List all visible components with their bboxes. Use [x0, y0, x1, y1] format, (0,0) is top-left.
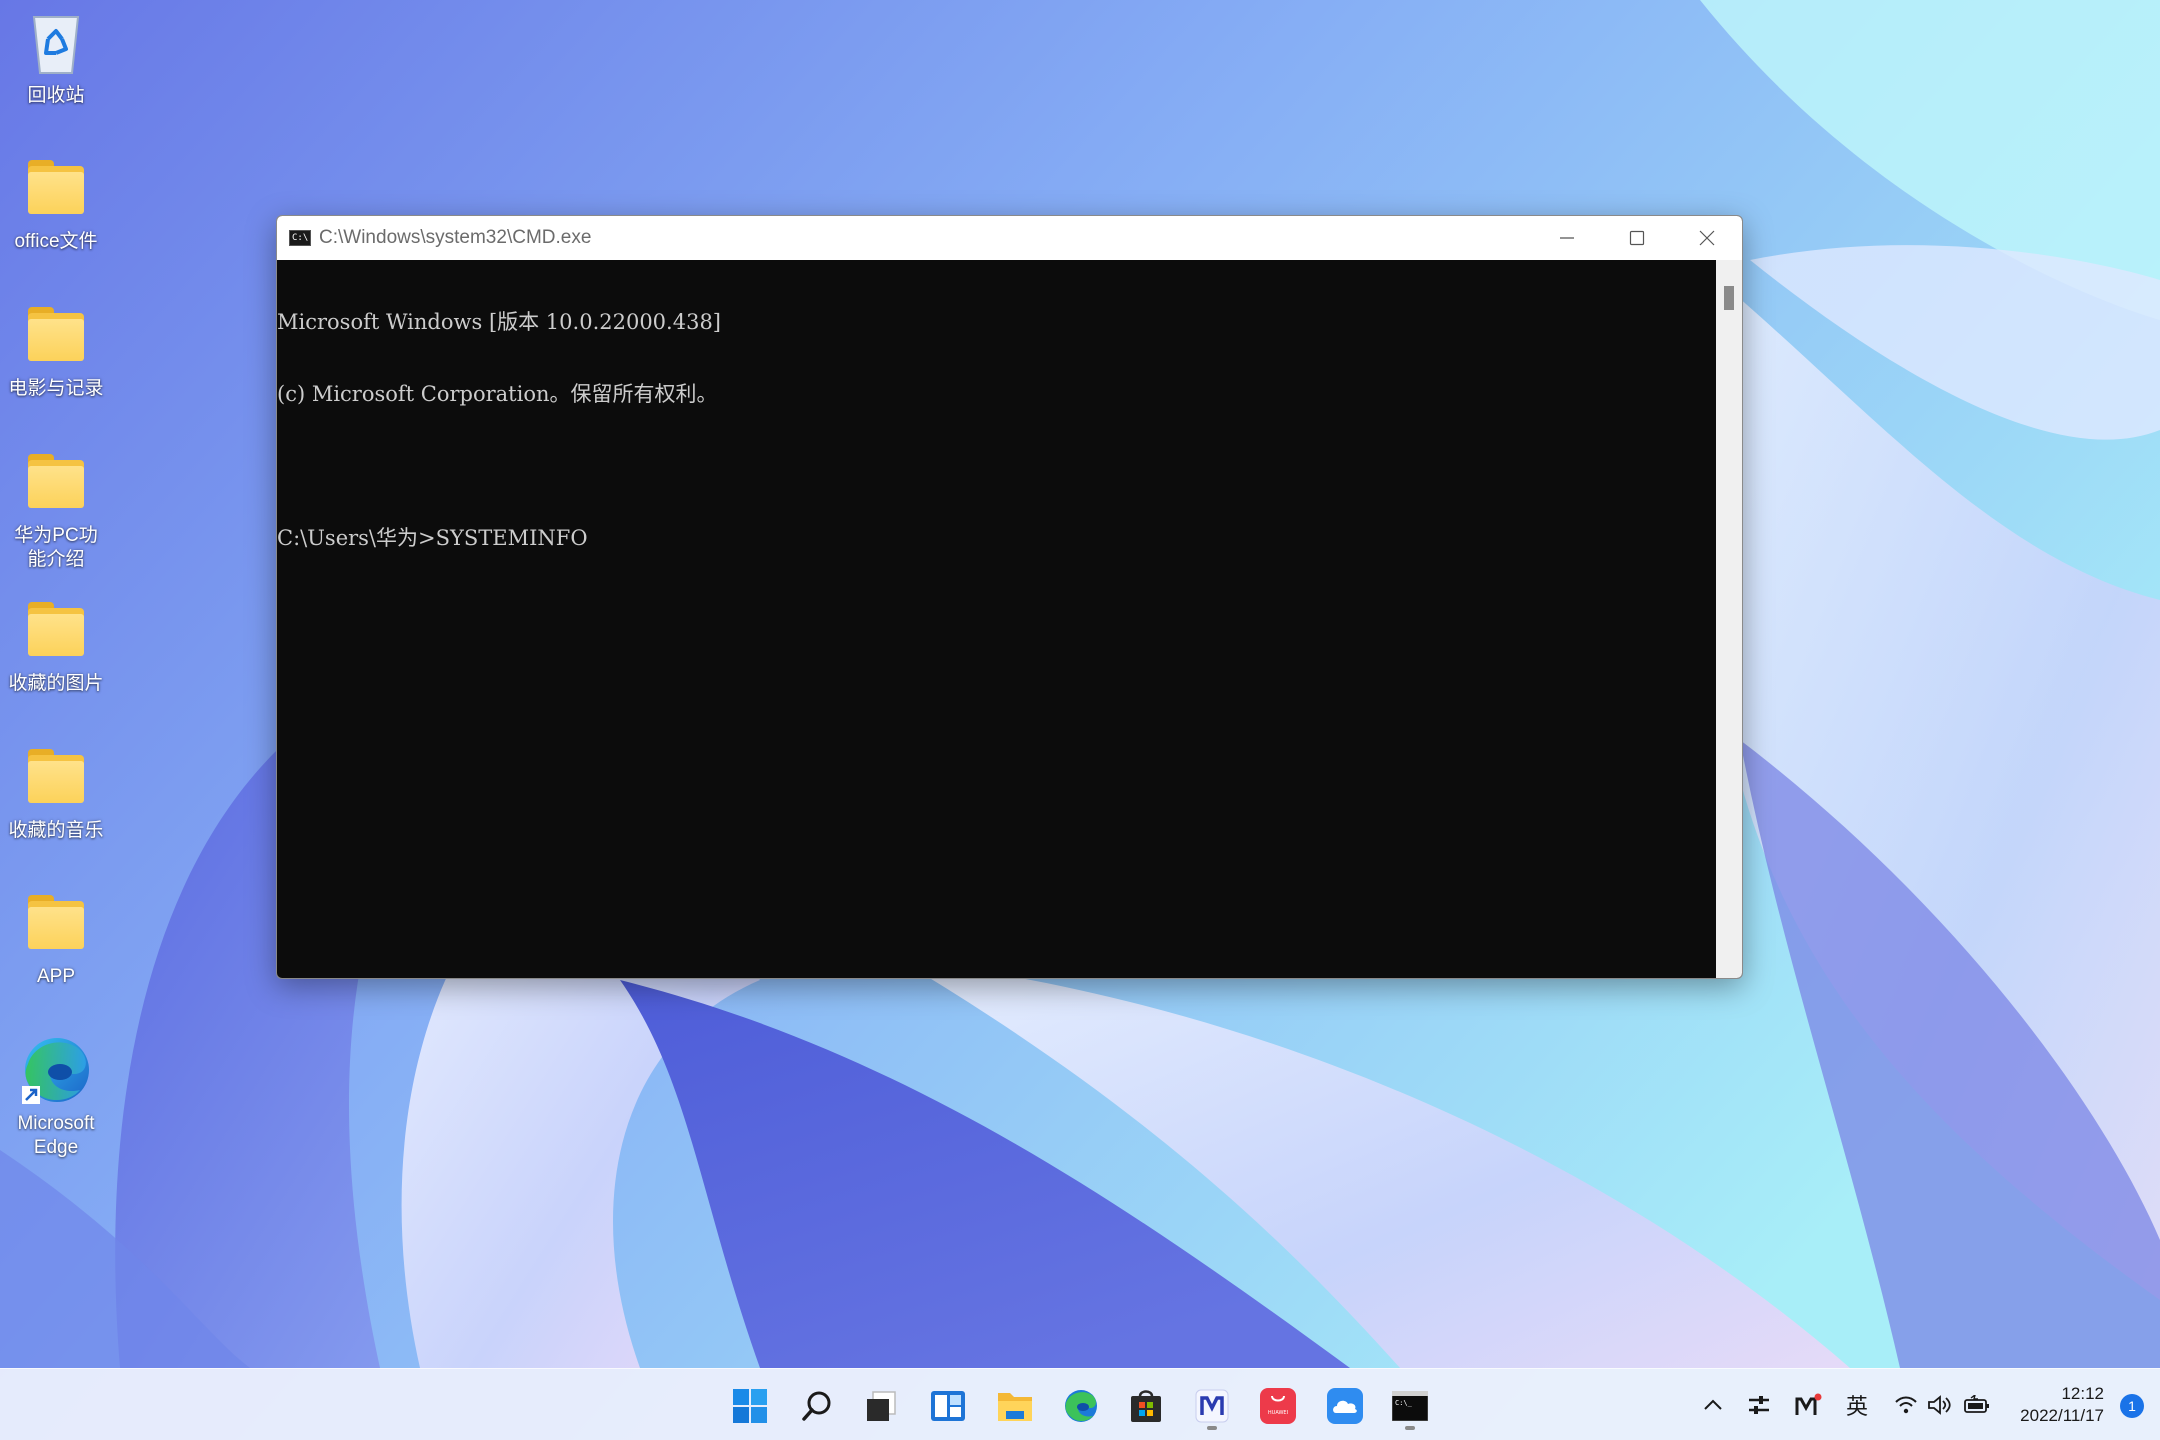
- microsoft-store-icon: [1131, 1390, 1161, 1422]
- desktop-icon-label: 回收站: [27, 85, 85, 106]
- desktop-folder-pictures[interactable]: 收藏的图片: [0, 594, 112, 696]
- folder-icon: [20, 299, 92, 371]
- edge-icon: [1065, 1390, 1097, 1422]
- taskbar-edge-button[interactable]: [1054, 1381, 1108, 1431]
- maximize-button[interactable]: [1602, 216, 1672, 260]
- desktop-edge-shortcut[interactable]: Microsoft Edge: [0, 1034, 112, 1160]
- close-button[interactable]: [1672, 216, 1742, 260]
- minimize-icon: [1560, 237, 1574, 239]
- show-hidden-icons-button[interactable]: [1696, 1369, 1730, 1440]
- taskbar-clock[interactable]: 12:12 2022/11/17: [2020, 1383, 2104, 1427]
- window-title: C:\Windows\system32\CMD.exe: [319, 227, 592, 248]
- appgallery-brand-text: HUAWEI: [1268, 1410, 1288, 1416]
- desktop-icon-label: 电影与记录: [8, 378, 104, 399]
- recycle-bin-icon: [20, 6, 92, 78]
- taskbar-pc-manager-button[interactable]: [1185, 1381, 1239, 1431]
- scrollbar-thumb[interactable]: [1724, 286, 1734, 310]
- clock-time: 12:12: [2061, 1384, 2104, 1403]
- running-indicator: [1405, 1426, 1415, 1430]
- folder-icon: [20, 741, 92, 813]
- svg-text:C:\_: C:\_: [1395, 1399, 1413, 1407]
- folder-icon: [20, 594, 92, 666]
- tray-settings-button[interactable]: [1742, 1369, 1776, 1440]
- taskbar: HUAWEI C:\_ 英 12:12 2022/11/17 1: [0, 1368, 2160, 1440]
- taskbar-search-button[interactable]: [790, 1381, 844, 1431]
- taskbar-widgets-button[interactable]: [921, 1381, 975, 1431]
- desktop-folder-huawei-pc-intro[interactable]: 华为PC功能介绍: [0, 446, 112, 572]
- taskbar-appgallery-button[interactable]: HUAWEI: [1251, 1381, 1305, 1431]
- file-explorer-icon: [998, 1393, 1032, 1421]
- taskbar-cloud-button[interactable]: [1318, 1381, 1372, 1431]
- huawei-appgallery-icon: HUAWEI: [1260, 1388, 1296, 1424]
- desktop-icon-label: Microsoft Edge: [17, 1113, 95, 1158]
- close-icon: [1699, 230, 1715, 246]
- clock-date: 2022/11/17: [2020, 1406, 2104, 1425]
- notification-badge[interactable]: 1: [2120, 1394, 2144, 1418]
- desktop-icon-label: 收藏的图片: [8, 673, 104, 694]
- vertical-scrollbar[interactable]: [1716, 260, 1742, 978]
- recycle-bin-shortcut[interactable]: 回收站: [0, 6, 112, 108]
- battery-icon: [1964, 1395, 1989, 1413]
- console-line: (c) Microsoft Corporation。保留所有权利。: [277, 382, 718, 406]
- taskbar-start-button[interactable]: [723, 1381, 777, 1431]
- folder-icon: [20, 887, 92, 959]
- desktop-icon-label: APP: [36, 966, 76, 987]
- tray-battery-button[interactable]: [1958, 1369, 1996, 1440]
- taskbar-cmd-button[interactable]: C:\_: [1383, 1381, 1437, 1431]
- settings-sliders-icon: [1749, 1396, 1769, 1414]
- taskbar-task-view-button[interactable]: [854, 1381, 908, 1431]
- desktop-icon-label: 华为PC功能介绍: [14, 525, 98, 570]
- maximize-icon: [1629, 230, 1645, 246]
- console-prompt-line: C:\Users\华为>SYSTEMINFO: [277, 526, 588, 550]
- desktop-folder-app[interactable]: APP: [0, 887, 112, 989]
- widgets-icon: [931, 1391, 965, 1421]
- cmd-icon: C:\: [289, 230, 311, 246]
- window-controls: [1532, 216, 1742, 260]
- tray-network-button[interactable]: [1888, 1369, 1924, 1440]
- console-line: Microsoft Windows [版本 10.0.22000.438]: [277, 310, 721, 334]
- desktop-icon-label: office文件: [14, 231, 98, 252]
- edge-icon: [20, 1034, 92, 1106]
- huawei-pc-manager-icon: [1195, 1389, 1229, 1423]
- ime-indicator[interactable]: 英: [1840, 1369, 1874, 1440]
- cloud-icon: [1327, 1388, 1363, 1424]
- tray-pc-manager-button[interactable]: [1790, 1369, 1826, 1440]
- volume-icon: [1928, 1395, 1951, 1415]
- folder-icon: [20, 446, 92, 518]
- huawei-m-icon: [1795, 1393, 1822, 1415]
- task-view-icon: [867, 1391, 896, 1421]
- windows-start-icon: [733, 1389, 767, 1423]
- taskbar-store-button[interactable]: [1119, 1381, 1173, 1431]
- cmd-window[interactable]: C:\ C:\Windows\system32\CMD.exe Microsof…: [276, 215, 1743, 979]
- search-icon: [802, 1391, 831, 1421]
- wifi-icon: [1895, 1396, 1917, 1414]
- minimize-button[interactable]: [1532, 216, 1602, 260]
- window-titlebar[interactable]: C:\ C:\Windows\system32\CMD.exe: [277, 216, 1742, 260]
- tray-volume-button[interactable]: [1922, 1369, 1958, 1440]
- desktop-folder-movies[interactable]: 电影与记录: [0, 299, 112, 401]
- taskbar-file-explorer-button[interactable]: [988, 1381, 1042, 1431]
- running-indicator: [1207, 1426, 1217, 1430]
- desktop-folder-office[interactable]: office文件: [0, 152, 112, 254]
- cmd-icon: C:\_: [1392, 1391, 1428, 1421]
- console-output[interactable]: Microsoft Windows [版本 10.0.22000.438] (c…: [277, 260, 1716, 978]
- desktop-icon-label: 收藏的音乐: [8, 820, 104, 841]
- folder-icon: [20, 152, 92, 224]
- chevron-up-icon: [1704, 1399, 1722, 1410]
- desktop-folder-music[interactable]: 收藏的音乐: [0, 741, 112, 843]
- ime-label: 英: [1845, 1394, 1868, 1419]
